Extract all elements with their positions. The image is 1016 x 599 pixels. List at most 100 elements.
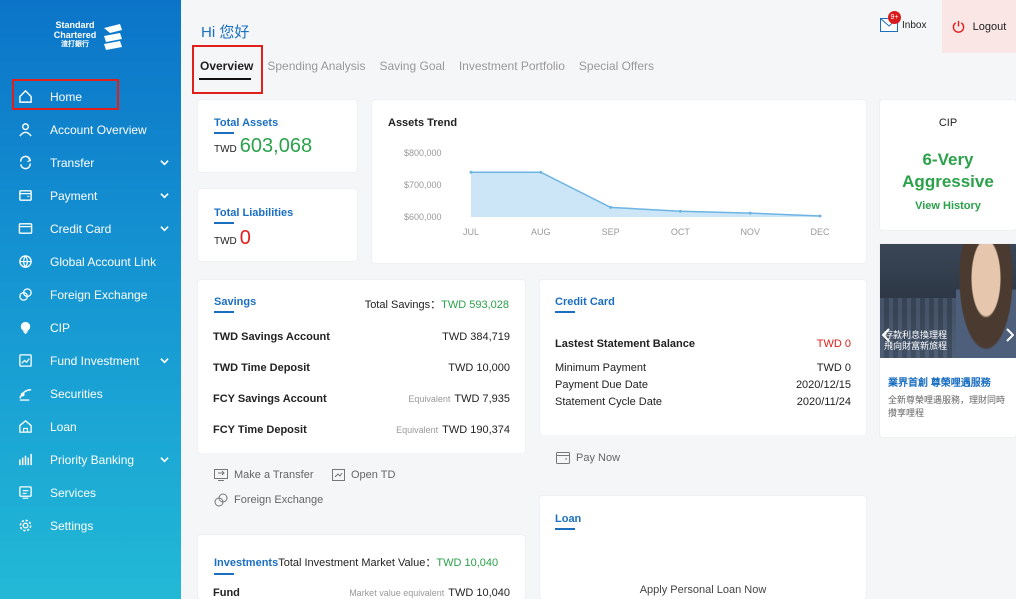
inbox-button[interactable]: 9+ Inbox: [880, 11, 927, 32]
globe-icon: [17, 254, 33, 270]
tab-investment-portfolio[interactable]: Investment Portfolio: [459, 59, 565, 73]
inbox-badge: 9+: [888, 11, 901, 24]
total-assets-card[interactable]: Total Assets TWD 603,068: [198, 100, 357, 172]
logout-label: Logout: [972, 20, 1007, 33]
chevron-down-icon[interactable]: [160, 158, 169, 167]
tab-special-offers[interactable]: Special Offers: [579, 59, 654, 73]
trend-area: [471, 172, 820, 217]
user-icon: [17, 122, 33, 138]
savings-row[interactable]: TWD Savings Account TWD 384,719: [213, 331, 510, 343]
credit-card-title: Credit Card: [555, 296, 615, 308]
sidebar-item-priority-banking[interactable]: Priority Banking: [0, 443, 181, 476]
sidebar-item-credit-card[interactable]: Credit Card: [0, 212, 181, 245]
sidebar-item-foreign-exchange[interactable]: Foreign Exchange: [0, 278, 181, 311]
sidebar-item-account-overview[interactable]: Account Overview: [0, 113, 181, 146]
sidebar-item-label: Foreign Exchange: [50, 287, 148, 302]
investment-row-fund[interactable]: Fund Market value equivalent TWD 10,040: [213, 587, 510, 599]
total-assets-value: 603,068: [239, 135, 313, 157]
sidebar-item-fund-investment[interactable]: Fund Investment: [0, 344, 181, 377]
promo-card[interactable]: 存款利息換理程 飛向財富新旅程 業界首創 尊榮哩遇服務 全新尊榮哩遇服務，理財同…: [880, 244, 1016, 437]
sidebar-item-label: Global Account Link: [50, 254, 157, 269]
banner-prev-icon[interactable]: [882, 328, 890, 342]
savings-row[interactable]: TWD Time Deposit TWD 10,000: [213, 362, 510, 374]
y-tick-label: $600,000: [404, 212, 442, 222]
sidebar-item-securities[interactable]: Securities: [0, 377, 181, 410]
logout-button[interactable]: Logout: [942, 0, 1016, 53]
chevron-down-icon[interactable]: [160, 191, 169, 200]
trend-point-jul[interactable]: [469, 170, 473, 174]
chevron-down-icon[interactable]: [160, 224, 169, 233]
sidebar-item-label: Loan: [50, 419, 77, 434]
brand-line1: Standard: [55, 20, 95, 30]
brand-line3: 渣打銀行: [61, 41, 89, 48]
sidebar-item-label: Settings: [50, 518, 94, 533]
trend-point-dec[interactable]: [818, 214, 822, 218]
cip-level2: Aggressive: [902, 172, 994, 191]
cip-title: CIP: [938, 117, 958, 129]
sidebar-item-label: Fund Investment: [50, 353, 140, 368]
assets-trend-card: Assets Trend $800,000 $700,000 $600,000 JUL…: [372, 100, 866, 263]
sidebar-item-global-account-link[interactable]: Global Account Link: [0, 245, 181, 278]
chevron-down-icon[interactable]: [160, 356, 169, 365]
promo-title: 業界首創 尊榮哩遇服務: [888, 378, 991, 389]
sidebar-item-transfer[interactable]: Transfer: [0, 146, 181, 179]
apply-loan-link[interactable]: Apply Personal Loan Now: [540, 584, 866, 596]
savings-card: Savings Total Savings：TWD 593,028 TWD Sa…: [198, 280, 525, 453]
total-savings-value: TWD 593,028: [441, 299, 509, 311]
investments-total-value: TWD 10,040: [436, 557, 499, 569]
x-tick-label: AUG: [531, 227, 551, 237]
sidebar-item-cip[interactable]: CIP: [0, 311, 181, 344]
investments-title: Investments: [214, 557, 279, 569]
chevron-down-icon[interactable]: [160, 455, 169, 464]
loan-icon: [17, 419, 33, 435]
trend-point-aug[interactable]: [539, 170, 543, 174]
sidebar-item-label: Credit Card: [50, 221, 112, 236]
loan-title: Loan: [555, 513, 582, 525]
fund-icon: [17, 353, 33, 369]
power-icon: [952, 20, 964, 33]
wallet-icon: [556, 452, 570, 464]
credit-card-row: Lastest Statement Balance TWD 0: [555, 338, 851, 350]
exchange-icon: [17, 287, 33, 303]
foreign-exchange-button[interactable]: Foreign Exchange: [214, 493, 323, 507]
sidebar-item-payment[interactable]: Payment: [0, 179, 181, 212]
total-assets-title: Total Assets: [214, 117, 279, 129]
investments-card: InvestmentsTotal Investment Market Value…: [198, 535, 525, 599]
brand-logo[interactable]: Standard Chartered 渣打銀行: [52, 20, 132, 64]
cip-view-history-link[interactable]: View History: [880, 200, 1016, 212]
sidebar-item-loan[interactable]: Loan: [0, 410, 181, 443]
pay-now-button[interactable]: Pay Now: [556, 452, 620, 464]
total-liabilities-title: Total Liabilities: [214, 207, 294, 219]
trend-point-nov[interactable]: [748, 211, 752, 215]
total-liabilities-card[interactable]: Total Liabilities TWD 0: [198, 189, 357, 261]
sidebar-item-settings[interactable]: Settings: [0, 509, 181, 542]
inbox-label: Inbox: [902, 19, 927, 31]
trend-point-sep[interactable]: [609, 205, 613, 209]
sidebar-item-label: Services: [50, 485, 97, 500]
make-transfer-button[interactable]: Make a Transfer: [214, 469, 313, 481]
gear-icon: [17, 518, 33, 534]
trend-point-oct[interactable]: [678, 209, 682, 213]
x-tick-label: DEC: [810, 227, 830, 237]
sidebar-item-label: Priority Banking: [50, 452, 135, 467]
promo-banner-text2: 飛向財富新旅程: [884, 341, 948, 351]
savings-row[interactable]: FCY Time Deposit Equivalent TWD 190,374: [213, 424, 510, 436]
greeting: Hi 您好: [201, 24, 250, 41]
tab-spending-analysis[interactable]: Spending Analysis: [267, 59, 365, 73]
banner-next-icon[interactable]: [1006, 328, 1014, 342]
sidebar-item-label: Payment: [50, 188, 98, 203]
open-td-button[interactable]: Open TD: [332, 469, 395, 481]
tab-bar: Overview Spending Analysis Saving Goal Inve…: [200, 59, 668, 73]
savings-row[interactable]: FCY Savings Account Equivalent TWD 7,935: [213, 393, 510, 405]
y-tick-label: $800,000: [404, 148, 442, 158]
sidebar-nav: Home Account Overview Transfer Payment Credi…: [0, 80, 181, 542]
total-liabilities-value: 0: [239, 227, 251, 249]
x-tick-label: JUL: [463, 227, 479, 237]
services-icon: [17, 485, 33, 501]
tab-saving-goal[interactable]: Saving Goal: [379, 59, 444, 73]
pay-now-area: Pay Now: [540, 435, 866, 480]
cip-icon: [17, 320, 33, 336]
mail-icon: 9+: [880, 11, 901, 32]
sidebar-item-services[interactable]: Services: [0, 476, 181, 509]
investments-total-label: Total Investment Market Value：: [278, 557, 437, 569]
